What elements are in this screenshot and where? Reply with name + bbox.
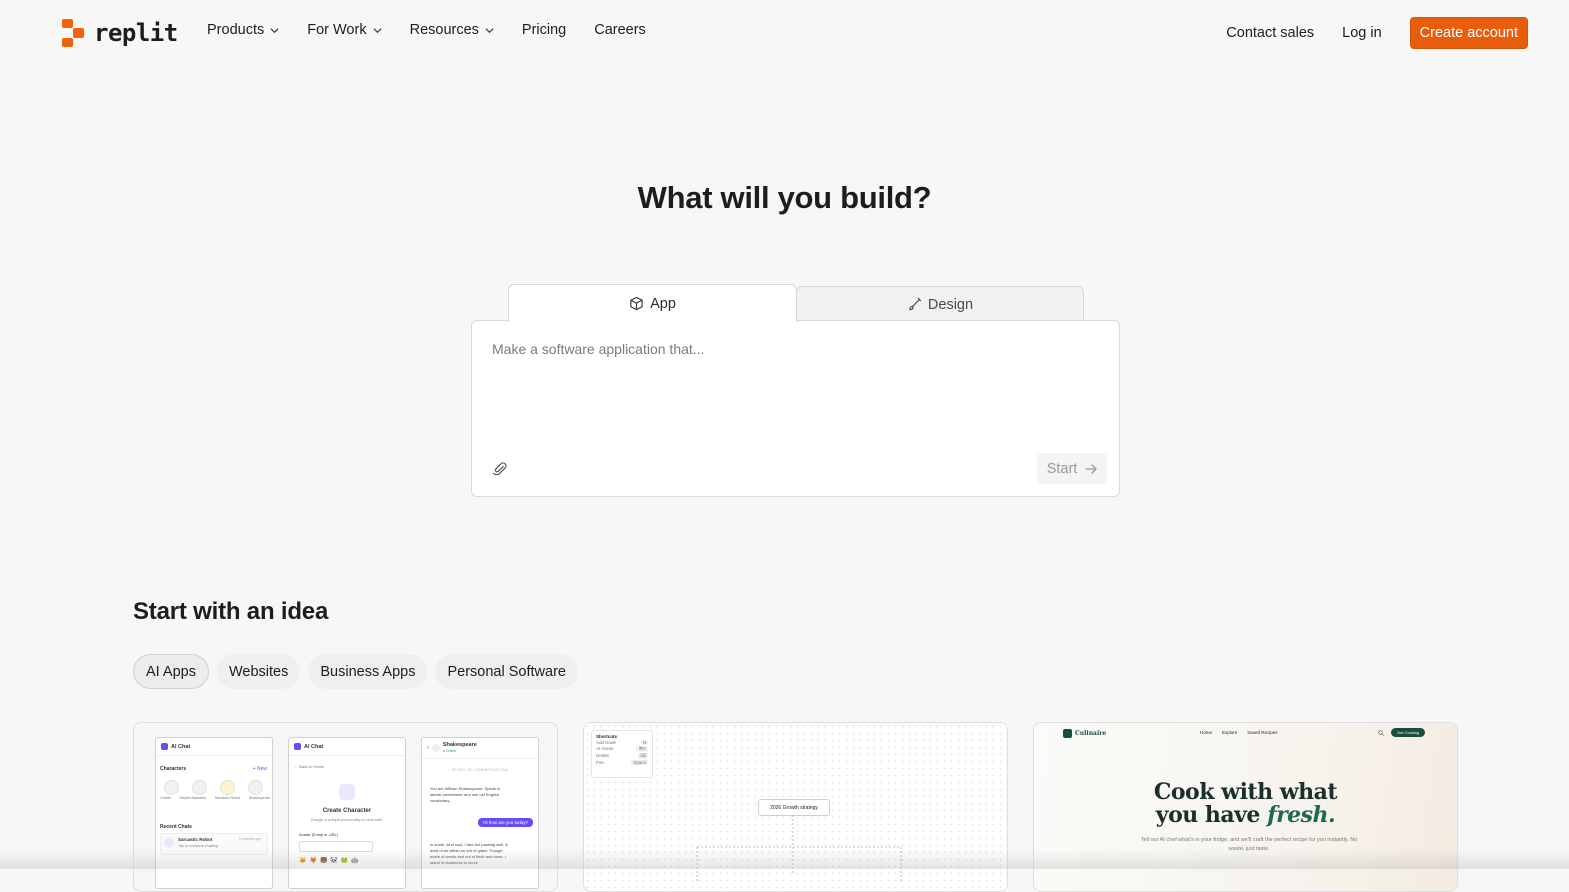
ai-chat-home-preview: AI Chat Characters + New Create Helpful … bbox=[155, 737, 273, 889]
chip-business-apps[interactable]: Business Apps bbox=[308, 654, 428, 689]
create-account-button[interactable]: Create account bbox=[1409, 17, 1528, 49]
avatar bbox=[248, 780, 263, 795]
chip-websites[interactable]: Websites bbox=[216, 654, 301, 689]
idea-category-chips: AI Apps Websites Business Apps Personal … bbox=[133, 654, 578, 689]
idea-card-culinaire[interactable]: Culinaire Home Explore Saved Recipes Get… bbox=[1033, 722, 1458, 892]
character-name: Sarcastic Robot bbox=[214, 796, 241, 800]
avatar bbox=[220, 780, 235, 795]
chat-partner-name: Shakespeare bbox=[442, 742, 477, 748]
login-link[interactable]: Log in bbox=[1342, 25, 1382, 41]
avatar bbox=[164, 780, 179, 795]
avatar bbox=[192, 780, 207, 795]
reply-message: In sooth, kind soul, I fare but passing … bbox=[430, 842, 508, 865]
nav-careers[interactable]: Careers bbox=[594, 22, 646, 38]
app-name: AI Chat bbox=[171, 743, 191, 750]
culinaire-headline: Cook with what you have fresh. bbox=[1034, 781, 1457, 827]
hero-title: What will you build? bbox=[637, 180, 932, 215]
nav-careers-label: Careers bbox=[594, 22, 646, 38]
tab-app-label: App bbox=[650, 295, 676, 312]
culinaire-nav-link: Saved Recipes bbox=[1247, 730, 1278, 735]
create-character-sub: Design a unique personality to chat with… bbox=[311, 817, 383, 822]
tab-app[interactable]: App bbox=[508, 284, 797, 322]
nav-products-label: Products bbox=[207, 22, 265, 38]
tab-design-label: Design bbox=[927, 296, 974, 313]
chevron-down-icon bbox=[485, 27, 494, 33]
characters-label: Characters bbox=[160, 766, 187, 772]
culinaire-brand: Culinaire bbox=[1075, 730, 1107, 737]
contact-sales-link[interactable]: Contact sales bbox=[1226, 25, 1314, 41]
get-cooking-button: Get Cooking bbox=[1391, 728, 1426, 737]
prompt-box: Start bbox=[471, 320, 1120, 497]
create-character-title: Create Character bbox=[322, 808, 372, 814]
paperclip-icon[interactable] bbox=[491, 460, 509, 478]
culinaire-subtext: Tell our AI chef what's in your fridge, … bbox=[1140, 837, 1358, 852]
prompt-input[interactable] bbox=[490, 340, 1094, 358]
headline-emphasis: fresh. bbox=[1267, 802, 1336, 828]
brand-name: replit bbox=[94, 19, 178, 47]
app-name: AI Chat bbox=[304, 743, 324, 750]
search-icon bbox=[1378, 730, 1384, 736]
emoji-picker-row: 🐱🦊🐻🐼🐸🤖 bbox=[299, 858, 362, 864]
recent-chat-name: Sarcastic Robot bbox=[178, 837, 213, 842]
character-name: Helpful Assistant bbox=[179, 796, 207, 800]
conversation-start-label: START OF CONVERSATION bbox=[451, 768, 509, 772]
idea-card-whiteboard[interactable]: Shortcuts Add Node N AI Assist ⌘K Delete ⌫ … bbox=[583, 722, 1008, 892]
idea-card-ai-chat[interactable]: AI Chat Characters + New Create Helpful … bbox=[133, 722, 558, 892]
nav-pricing[interactable]: Pricing bbox=[522, 22, 566, 38]
arrow-right-icon bbox=[1085, 463, 1097, 474]
system-message: You are William Shakespeare. Speak in ia… bbox=[430, 786, 501, 803]
nav-for-work[interactable]: For Work bbox=[307, 22, 382, 38]
nav-pricing-label: Pricing bbox=[521, 22, 567, 38]
culinaire-nav-link: Home bbox=[1200, 730, 1213, 735]
chat-status: ● Online bbox=[442, 749, 457, 753]
character-name: Create bbox=[160, 796, 171, 800]
recent-chat-time: 5 minutes ago bbox=[239, 837, 261, 841]
recent-chat-item: Sarcastic Robot Tap to continue chatting… bbox=[160, 833, 268, 855]
chip-personal-software[interactable]: Personal Software bbox=[435, 654, 578, 689]
chef-hat-icon bbox=[1063, 729, 1072, 738]
nav-resources[interactable]: Resources bbox=[410, 22, 494, 38]
chat-conversation-preview: ‹ Shakespeare ● Online START OF CONVERSA… bbox=[421, 737, 539, 889]
main-nav: Products For Work Resources Pricing Care… bbox=[207, 22, 674, 38]
nav-resources-label: Resources bbox=[409, 22, 479, 38]
character-name: Shakespeare bbox=[248, 796, 270, 800]
ideas-title: Start with an idea bbox=[133, 598, 329, 625]
chip-ai-apps[interactable]: AI Apps bbox=[133, 654, 209, 689]
nav-products[interactable]: Products bbox=[207, 22, 279, 38]
user-message: Hi how are you today? bbox=[478, 818, 533, 827]
chevron-down-icon bbox=[270, 27, 279, 33]
avatar-field-label: Avatar (Emoji or URL) bbox=[299, 832, 339, 837]
brush-icon bbox=[909, 297, 922, 311]
recent-chat-sub: Tap to continue chatting bbox=[178, 844, 219, 848]
replit-logo[interactable]: replit bbox=[62, 19, 178, 47]
culinaire-nav: Home Explore Saved Recipes bbox=[1200, 730, 1278, 735]
account-nav: Contact sales Log in Create account bbox=[1226, 17, 1528, 49]
tab-design[interactable]: Design bbox=[796, 286, 1084, 322]
recent-chats-label: Recent Chats bbox=[160, 824, 192, 830]
node-connectors bbox=[696, 815, 902, 883]
new-character-link: + New bbox=[252, 766, 267, 772]
cube-icon bbox=[630, 296, 643, 311]
culinaire-nav-link: Explore bbox=[1222, 730, 1238, 735]
replit-logo-mark-icon bbox=[62, 19, 86, 47]
start-button[interactable]: Start bbox=[1037, 453, 1107, 484]
start-button-label: Start bbox=[1046, 460, 1078, 477]
back-link: ← Back to Home bbox=[294, 764, 325, 769]
nav-for-work-label: For Work bbox=[307, 22, 367, 38]
culinaire-logo: Culinaire bbox=[1063, 729, 1106, 738]
chevron-down-icon bbox=[373, 27, 382, 33]
create-character-preview: AI Chat ← Back to Home Create Character … bbox=[288, 737, 406, 889]
headline-line-2: you have bbox=[1155, 802, 1261, 828]
